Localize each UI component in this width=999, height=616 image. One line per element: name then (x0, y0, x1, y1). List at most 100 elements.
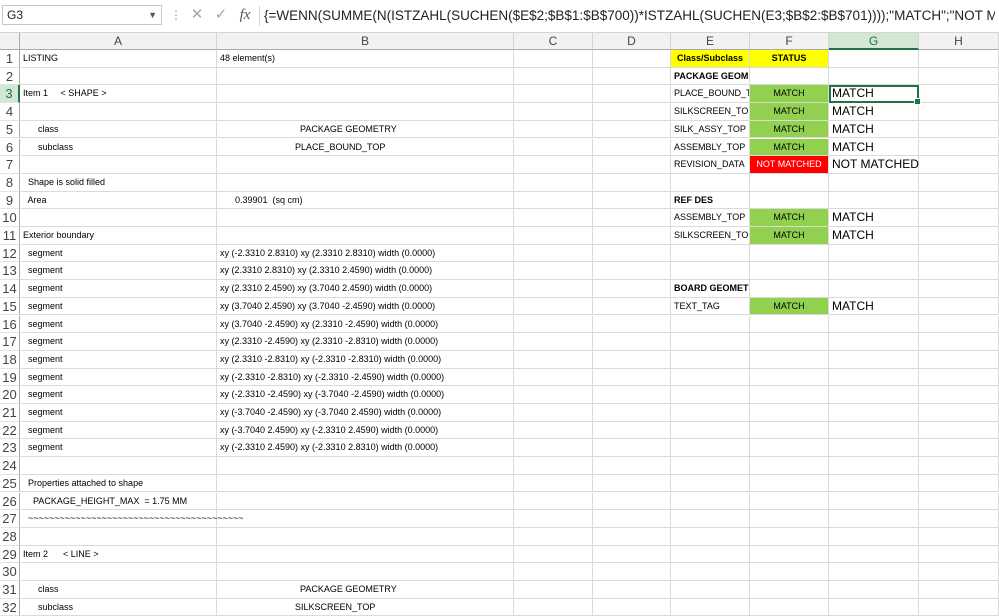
row-header-19[interactable]: 19 (0, 368, 20, 387)
cell-h24[interactable] (919, 457, 999, 475)
cell-b15[interactable]: xy (3.7040 2.4590) xy (3.7040 -2.4590) w… (217, 297, 514, 316)
row-header-9[interactable]: 9 (0, 191, 20, 210)
cell-b19[interactable]: xy (-2.3310 -2.8310) xy (-2.3310 -2.4590… (217, 368, 514, 387)
cell-a21[interactable]: segment (20, 404, 217, 422)
cell-f14[interactable] (750, 280, 829, 298)
cell-c21[interactable] (514, 404, 593, 422)
cell-c13[interactable] (514, 262, 593, 281)
cell-h16[interactable] (919, 315, 999, 334)
column-header-e[interactable]: E (671, 33, 750, 50)
cell-g9[interactable] (829, 191, 919, 210)
cell-h9[interactable] (919, 191, 999, 210)
cell-c15[interactable] (514, 297, 593, 316)
cell-b3[interactable] (217, 85, 514, 104)
cell-d2[interactable] (593, 67, 671, 86)
row-header-21[interactable]: 21 (0, 404, 20, 422)
cell-g31[interactable] (829, 581, 919, 599)
cell-g13[interactable] (829, 262, 919, 281)
cell-a3[interactable]: Item 1 < SHAPE > (20, 85, 217, 104)
cell-a17[interactable]: segment (20, 333, 217, 351)
cell-c9[interactable] (514, 191, 593, 210)
row-header-5[interactable]: 5 (0, 120, 20, 139)
cell-f16[interactable] (750, 315, 829, 334)
row-header-13[interactable]: 13 (0, 262, 20, 281)
cell-h17[interactable] (919, 333, 999, 351)
cell-a9[interactable]: Area (20, 191, 217, 210)
column-header-h[interactable]: H (919, 33, 999, 50)
cell-d1[interactable] (593, 50, 671, 68)
cell-c11[interactable] (514, 227, 593, 245)
cell-f3[interactable]: MATCH (750, 85, 829, 104)
cell-g10[interactable]: MATCH (829, 209, 919, 227)
cell-d24[interactable] (593, 457, 671, 475)
cell-b31[interactable]: PACKAGE GEOMETRY (217, 581, 514, 599)
cell-e4[interactable]: SILKSCREEN_TOP (671, 103, 750, 121)
cell-b23[interactable]: xy (-2.3310 2.4590) xy (-2.3310 2.8310) … (217, 439, 514, 458)
cell-e3[interactable]: PLACE_BOUND_TOP (671, 85, 750, 104)
cell-c6[interactable] (514, 138, 593, 157)
cell-f27[interactable] (750, 510, 829, 528)
cell-e18[interactable] (671, 350, 750, 369)
cell-d10[interactable] (593, 209, 671, 227)
cell-d20[interactable] (593, 386, 671, 404)
cell-b8[interactable] (217, 173, 514, 192)
cell-g16[interactable] (829, 315, 919, 334)
cell-d21[interactable] (593, 404, 671, 422)
cell-a28[interactable] (20, 527, 217, 546)
cell-c27[interactable] (514, 510, 593, 528)
cell-a26[interactable]: PACKAGE_HEIGHT_MAX = 1.75 MM (20, 492, 217, 511)
cell-e7[interactable]: REVISION_DATA (671, 156, 750, 174)
cell-b12[interactable]: xy (-2.3310 2.8310) xy (2.3310 2.8310) w… (217, 244, 514, 263)
column-header-a[interactable]: A (20, 33, 217, 50)
cell-b17[interactable]: xy (2.3310 -2.4590) xy (2.3310 -2.8310) … (217, 333, 514, 351)
cell-a14[interactable]: segment (20, 280, 217, 298)
cell-f8[interactable] (750, 173, 829, 192)
cell-a27[interactable]: ~~~~~~~~~~~~~~~~~~~~~~~~~~~~~~~~~~~~~~~~… (20, 510, 244, 528)
cell-f1[interactable]: STATUS (750, 50, 829, 68)
row-header-23[interactable]: 23 (0, 439, 20, 458)
cell-d6[interactable] (593, 138, 671, 157)
cell-f12[interactable] (750, 244, 829, 263)
cell-a31[interactable]: class (20, 581, 217, 599)
cell-d8[interactable] (593, 173, 671, 192)
cell-a29[interactable]: Item 2 < LINE > (20, 545, 217, 564)
cell-h1[interactable] (919, 50, 999, 68)
cell-e28[interactable] (671, 527, 750, 546)
cell-g19[interactable] (829, 368, 919, 387)
cell-h21[interactable] (919, 404, 999, 422)
cell-h13[interactable] (919, 262, 999, 281)
cell-h29[interactable] (919, 545, 999, 564)
cell-e29[interactable] (671, 545, 750, 564)
cell-d5[interactable] (593, 120, 671, 139)
row-header-17[interactable]: 17 (0, 333, 20, 351)
cell-h25[interactable] (919, 474, 999, 493)
cell-e32[interactable] (671, 598, 750, 616)
cell-e15[interactable]: TEXT_TAG (671, 297, 750, 316)
cell-f31[interactable] (750, 581, 829, 599)
cell-h7[interactable] (919, 156, 999, 174)
cell-e21[interactable] (671, 404, 750, 422)
cell-f4[interactable]: MATCH (750, 103, 829, 121)
cell-e11[interactable]: SILKSCREEN_TOP (671, 227, 750, 245)
cell-b11[interactable] (217, 227, 514, 245)
formula-input[interactable]: {=WENN(SUMME(N(ISTZAHL(SUCHEN($E$2;$B$1:… (264, 5, 995, 27)
cell-e30[interactable] (671, 563, 750, 581)
checkmark-icon[interactable]: ✓ (212, 6, 230, 24)
cell-g12[interactable] (829, 244, 919, 263)
cell-d31[interactable] (593, 581, 671, 599)
cell-f28[interactable] (750, 527, 829, 546)
cell-a15[interactable]: segment (20, 297, 217, 316)
cell-b16[interactable]: xy (3.7040 -2.4590) xy (2.3310 -2.4590) … (217, 315, 514, 334)
column-header-c[interactable]: C (514, 33, 593, 50)
cell-g30[interactable] (829, 563, 919, 581)
cell-a7[interactable] (20, 156, 217, 174)
cell-h8[interactable] (919, 173, 999, 192)
cell-g23[interactable] (829, 439, 919, 458)
row-header-30[interactable]: 30 (0, 563, 20, 581)
cell-c2[interactable] (514, 67, 593, 86)
cell-h12[interactable] (919, 244, 999, 263)
cell-c31[interactable] (514, 581, 593, 599)
cell-h4[interactable] (919, 103, 999, 121)
cell-f26[interactable] (750, 492, 829, 511)
cell-d9[interactable] (593, 191, 671, 210)
